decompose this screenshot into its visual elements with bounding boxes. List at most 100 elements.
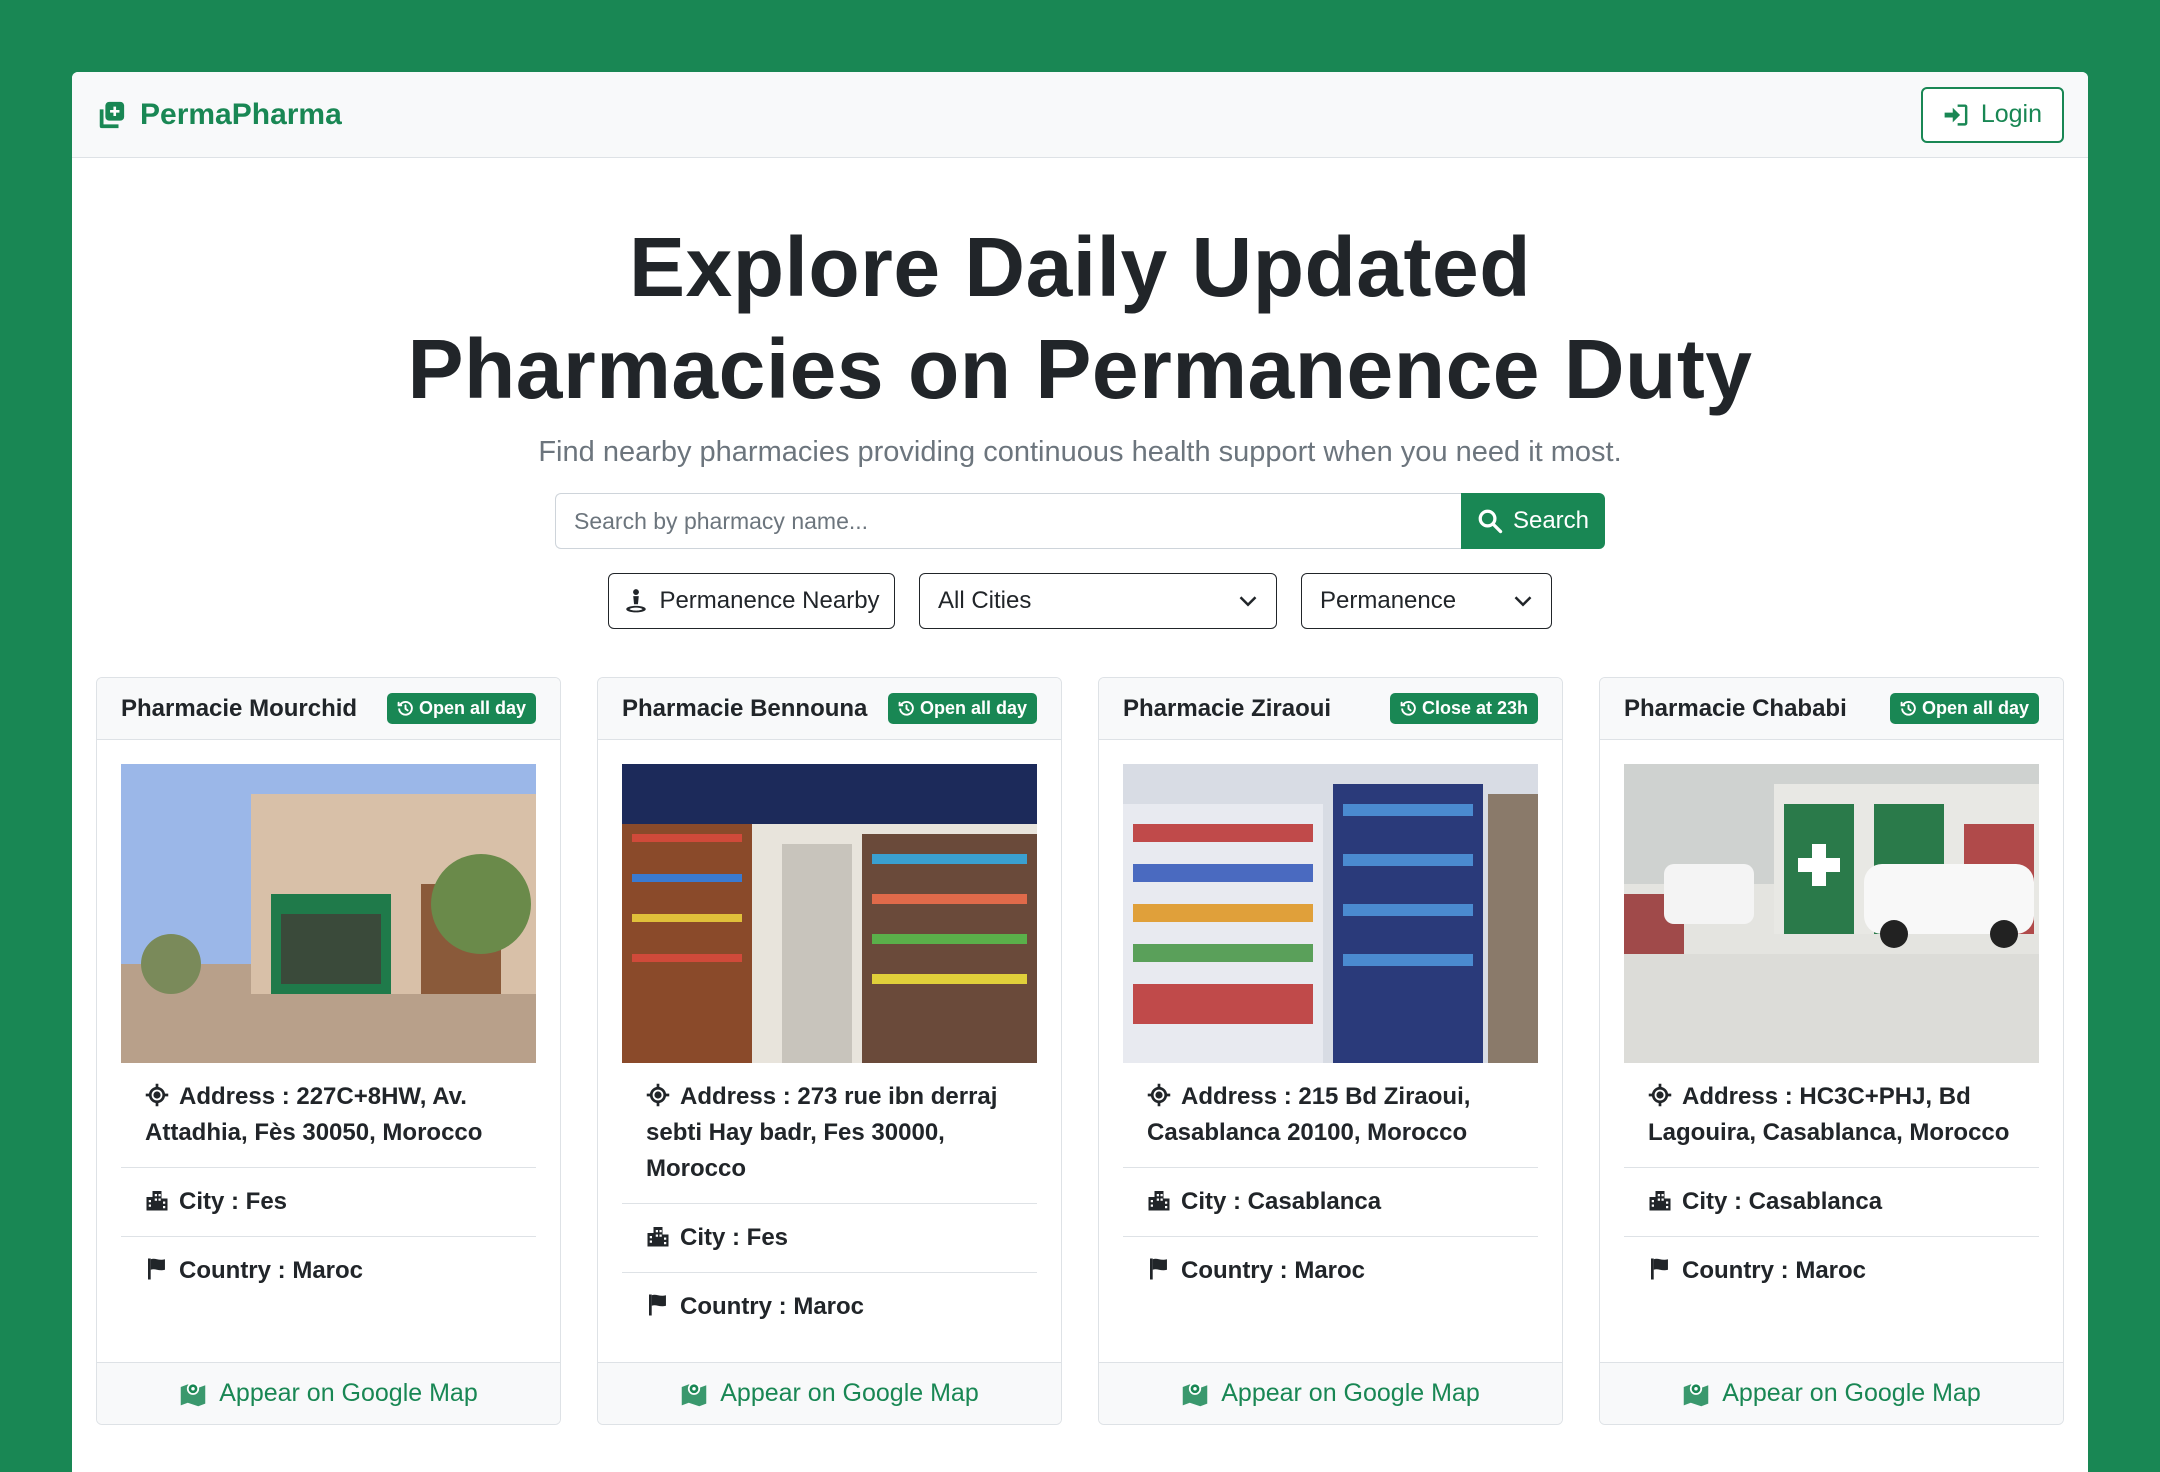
country-text: Country : Maroc [179,1257,364,1284]
clock-history-icon [1400,700,1416,716]
page-title-line2: Pharmacies on Permanence Duty [407,322,1753,416]
brand-name: PermaPharma [140,97,342,131]
city-item: City : Fes [622,1204,1037,1273]
map-pin-icon [1182,1382,1208,1406]
google-map-label: Appear on Google Map [1221,1379,1480,1407]
location-crosshair-icon [646,1083,670,1107]
hero: Explore Daily Updated Pharmacies on Perm… [72,158,2088,629]
type-select-value: Permanence [1320,587,1457,614]
pharmacy-card-grid: Pharmacie Mourchid Open all day Address … [72,677,2088,1425]
status-badge: Close at 23h [1389,693,1538,724]
status-badge-label: Open all day [418,698,526,718]
filter-bar: Permanence Nearby All Cities Permanence [72,573,2088,629]
country-text: Country : Maroc [1181,1257,1366,1284]
clock-history-icon [397,700,413,716]
country-item: Country : Maroc [121,1237,536,1305]
app-container: PermaPharma Login Explore Daily Updated … [72,72,2088,1472]
search-bar: Search [72,493,2088,549]
address-item: Address : HC3C+PHJ, Bd Lagouira, Casabla… [1624,1063,2039,1168]
city-item: City : Fes [121,1168,536,1237]
country-text: Country : Maroc [1682,1257,1867,1284]
pharmacy-photo [1624,764,2039,1063]
google-map-label: Appear on Google Map [219,1379,478,1407]
address-item: Address : 215 Bd Ziraoui, Casablanca 201… [1123,1063,1538,1168]
sign-in-icon [1944,103,1968,126]
city-text: City : Casablanca [1682,1188,1883,1215]
map-pin-icon [681,1382,707,1406]
clock-history-icon [1900,700,1916,716]
location-crosshair-icon [1147,1083,1171,1107]
city-select[interactable]: All Cities [919,573,1277,629]
city-text: City : Casablanca [1181,1188,1382,1215]
google-map-link[interactable]: Appear on Google Map [97,1362,560,1424]
search-input[interactable] [555,493,1461,549]
search-button[interactable]: Search [1461,493,1605,549]
address-text: Address : 215 Bd Ziraoui, Casablanca 201… [1147,1083,1471,1146]
chevron-down-icon [1239,596,1257,607]
location-crosshair-icon [145,1083,169,1107]
status-badge: Open all day [1889,693,2039,724]
pharmacy-name: Pharmacie Bennouna [622,694,868,722]
card-header: Pharmacie Mourchid Open all day [97,678,560,740]
map-pin-icon [1683,1382,1709,1406]
flag-icon [649,1294,666,1316]
google-map-link[interactable]: Appear on Google Map [1600,1362,2063,1424]
google-map-label: Appear on Google Map [1722,1379,1981,1407]
login-label: Login [1980,100,2042,128]
pharmacy-name: Pharmacie Chababi [1624,694,1847,722]
address-text: Address : 227C+8HW, Av. Attadhia, Fès 30… [145,1083,483,1146]
pharmacy-card: Pharmacie Mourchid Open all day Address … [96,677,561,1425]
page-title: Explore Daily Updated Pharmacies on Perm… [72,216,2088,420]
login-button[interactable]: Login [1920,86,2064,143]
city-select-value: All Cities [938,587,1032,614]
pharmacy-card: Pharmacie Chababi Open all day Address:… [1599,677,2064,1425]
city-text: City : Fes [680,1224,789,1251]
city-text: City : Fes [179,1188,288,1215]
card-header: Pharmacie Chababi Open all day [1600,678,2063,740]
flag-icon [1651,1258,1668,1280]
search-icon [1478,509,1503,534]
type-select[interactable]: Permanence [1301,573,1552,629]
card-body: Address : HC3C+PHJ, Bd Lagouira, Casabla… [1600,740,2063,1362]
permanence-nearby-button[interactable]: Permanence Nearby [608,573,895,629]
navbar: PermaPharma Login [72,72,2088,158]
search-button-label: Search [1512,507,1590,534]
flag-icon [1150,1258,1167,1280]
page-title-line1: Explore Daily Updated [628,220,1532,314]
status-badge-label: Open all day [919,698,1027,718]
address-text: Address : HC3C+PHJ, Bd Lagouira, Casabla… [1648,1083,2010,1146]
buildings-icon [146,1191,168,1211]
pharmacy-name: Pharmacie Ziraoui [1123,694,1332,722]
city-item: City : Casablanca [1123,1168,1538,1237]
pharmacy-photo [1123,764,1538,1063]
country-item: Country : Maroc [1624,1237,2039,1305]
google-map-link[interactable]: Appear on Google Map [1099,1362,1562,1424]
status-badge-label: Open all day [1921,698,2029,718]
permanence-nearby-label: Permanence Nearby [659,587,880,614]
status-badge: Open all day [386,693,536,724]
brand[interactable]: PermaPharma [96,98,342,132]
pharmacy-name: Pharmacie Mourchid [121,694,358,722]
city-item: City : Casablanca [1624,1168,2039,1237]
card-header: Pharmacie Bennouna Open all day [598,678,1061,740]
pharmacy-card: Pharmacie Ziraoui Close at 23h Address:… [1098,677,1563,1425]
buildings-icon [647,1227,669,1247]
buildings-icon [1148,1191,1170,1211]
pharmacy-info-list: Address : 227C+8HW, Av. Attadhia, Fès 30… [121,1063,536,1305]
pharmacy-card: Pharmacie Bennouna Open all day Address … [597,677,1062,1425]
status-badge-label: Close at 23h [1421,698,1528,718]
buildings-icon [1649,1191,1671,1211]
pharmacy-cross-icon [99,101,125,128]
card-header: Pharmacie Ziraoui Close at 23h [1099,678,1562,740]
address-text: Address : 273 rue ibn derraj sebti Hay b… [646,1083,998,1182]
address-item: Address : 227C+8HW, Av. Attadhia, Fès 30… [121,1063,536,1168]
chevron-down-icon [1514,596,1532,607]
pharmacy-photo [121,764,536,1063]
status-badge: Open all day [887,693,1037,724]
country-item: Country : Maroc [1123,1237,1538,1305]
country-item: Country : Maroc [622,1273,1037,1341]
map-pin-icon [180,1382,206,1406]
flag-icon [148,1258,165,1280]
google-map-link[interactable]: Appear on Google Map [598,1362,1061,1424]
card-body: Address : 273 rue ibn derraj sebti Hay b… [598,740,1061,1362]
